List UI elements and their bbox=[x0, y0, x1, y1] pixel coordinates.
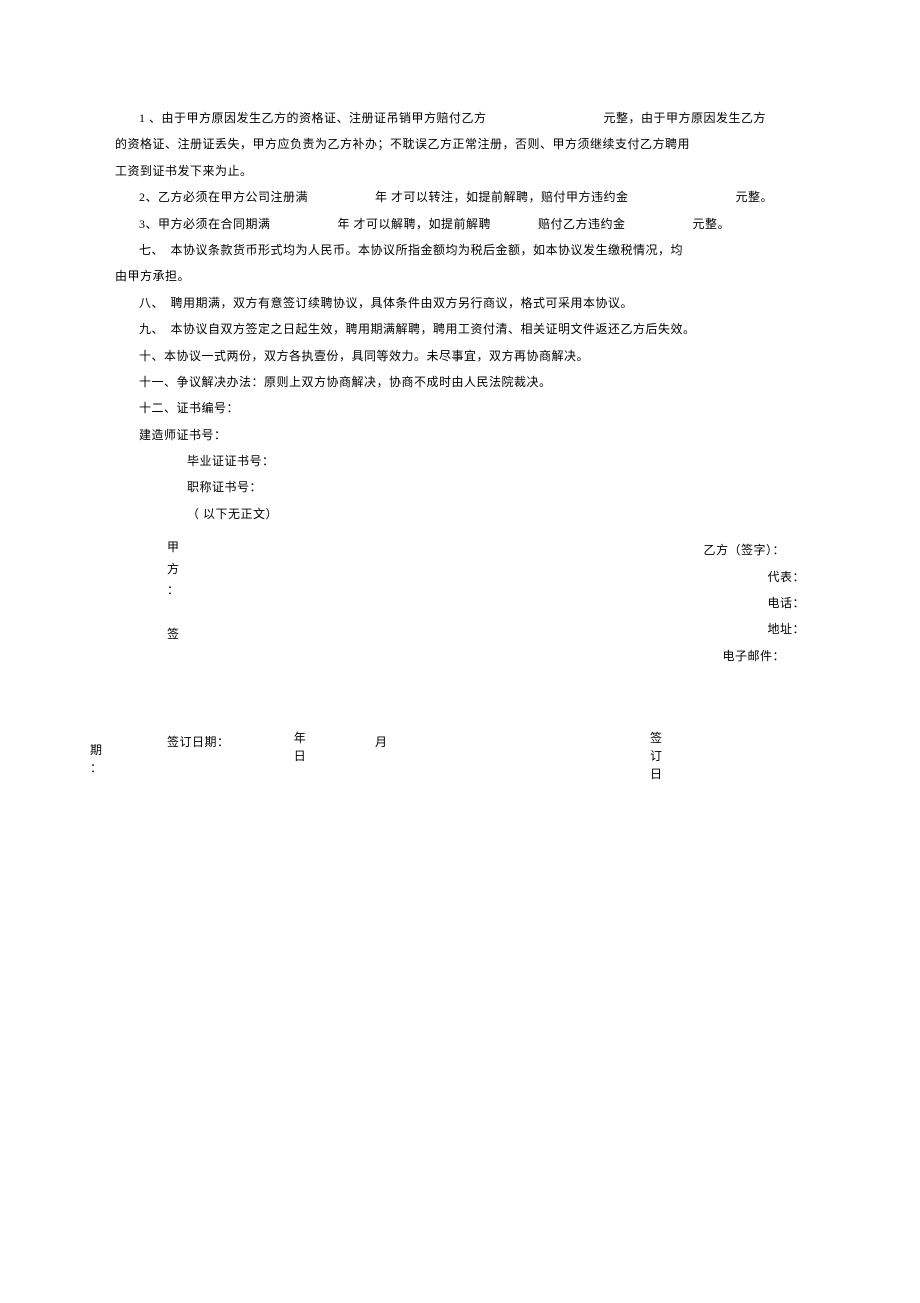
clause-6-1-line-1: 1 、由于甲方原因发生乙方的资格证、注册证吊销甲方赔付乙方 元整，由于甲方原因发… bbox=[115, 105, 805, 131]
date-day-char: 日 bbox=[290, 747, 310, 765]
clause-6-2-part-b: 年 才可以转注，如提前解聘，赔付甲方违约金 bbox=[375, 190, 629, 204]
document-page: 1 、由于甲方原因发生乙方的资格证、注册证吊销甲方赔付乙方 元整，由于甲方原因发… bbox=[0, 0, 920, 789]
clause-11: 十一、争议解决办法：原则上双方协商解决，协商不成时由人民法院裁决。 bbox=[115, 369, 805, 395]
cert-title: 职称证书号： bbox=[115, 474, 805, 500]
right-vertical-stack: 签 订 日 bbox=[650, 729, 664, 783]
cert-graduation: 毕业证证书号： bbox=[115, 448, 805, 474]
party-b-info: 乙方（签字）： 代表： 电话： 地址： 电子邮件： bbox=[703, 537, 805, 669]
clause-9: 九、 本协议自双方签定之日起生效，聘用期满解聘，聘用工资付清、相关证明文件返还乙… bbox=[115, 316, 805, 342]
date-month-char: 月 bbox=[375, 729, 388, 755]
clause-6-1-line-3: 工资到证书发下来为止。 bbox=[115, 158, 805, 184]
clause-6-3-part-b: 年 才可以解聘，如提前解聘 bbox=[338, 217, 492, 231]
party-b-rep-label[interactable]: 代表： bbox=[703, 564, 805, 590]
clause-6-1-part-a: 1 、由于甲方原因发生乙方的资格证、注册证吊销甲方赔付乙方 bbox=[139, 111, 487, 125]
signing-date-row: 期 ： 签订日期： 年 日 月 签 订 日 bbox=[115, 729, 805, 789]
party-a-char-1: 甲 bbox=[167, 537, 181, 559]
right-char-1: 签 bbox=[650, 729, 664, 747]
clause-12: 十二、证书编号： bbox=[115, 395, 805, 421]
party-b-address-label[interactable]: 地址： bbox=[703, 616, 805, 642]
clause-6-1-line-2: 的资格证、注册证丢失，甲方应负责为乙方补办；不耽误乙方正常注册，否则、甲方须继续… bbox=[115, 131, 805, 157]
clause-6-1-part-b: 元整，由于甲方原因发生乙方 bbox=[604, 111, 767, 125]
clause-7-line-1: 七、 本协议条款货币形式均为人民币。本协议所指金额均为税后金额，如本协议发生缴税… bbox=[115, 237, 805, 263]
clause-7-line-2: 由甲方承担。 bbox=[115, 263, 805, 289]
party-a-char-4: 签 bbox=[167, 624, 181, 646]
clause-6-3-part-c: 赔付乙方违约金 bbox=[538, 217, 626, 231]
date-year-char: 年 bbox=[290, 729, 310, 747]
clause-6-2-part-a: 2、乙方必须在甲方公司注册满 bbox=[139, 190, 308, 204]
party-a-char-3: ： bbox=[167, 580, 181, 602]
clause-8: 八、 聘用期满，双方有意签订续聘协议，具体条件由双方另行商议，格式可采用本协议。 bbox=[115, 290, 805, 316]
clause-6-3-part-a: 3、甲方必须在合同期满 bbox=[139, 217, 271, 231]
right-char-3: 日 bbox=[650, 765, 664, 783]
right-char-2: 订 bbox=[650, 747, 664, 765]
hang-char-2: ： bbox=[90, 759, 104, 777]
clause-6-3: 3、甲方必须在合同期满 年 才可以解聘，如提前解聘 赔付乙方违约金 元整。 bbox=[115, 211, 805, 237]
clause-6-2-part-c: 元整。 bbox=[736, 190, 774, 204]
party-a-vertical: 甲 方 ： 签 bbox=[167, 537, 181, 645]
party-b-signature-label[interactable]: 乙方（签字）： bbox=[703, 537, 805, 563]
clause-6-2: 2、乙方必须在甲方公司注册满 年 才可以转注，如提前解聘，赔付甲方违约金 元整。 bbox=[115, 184, 805, 210]
signature-block: 甲 方 ： 签 乙方（签字）： 代表： 电话： 地址： 电子邮件： bbox=[115, 537, 805, 717]
clause-6-3-part-d: 元整。 bbox=[693, 217, 731, 231]
cert-builder: 建造师证书号： bbox=[115, 422, 805, 448]
party-b-email-label[interactable]: 电子邮件： bbox=[703, 643, 805, 669]
party-b-phone-label[interactable]: 电话： bbox=[703, 590, 805, 616]
end-of-text-note: （ 以下无正文） bbox=[115, 501, 805, 527]
hang-char-1: 期 bbox=[90, 741, 104, 759]
party-a-char-2: 方 bbox=[167, 559, 181, 581]
clause-10: 十、本协议一式两份，双方各执壹份，具同等效力。未尽事宜，双方再协商解决。 bbox=[115, 343, 805, 369]
date-year-day-stack: 年 日 bbox=[290, 729, 310, 765]
signing-date-label: 签订日期： bbox=[167, 729, 230, 755]
hanging-chars-left: 期 ： bbox=[90, 741, 104, 777]
